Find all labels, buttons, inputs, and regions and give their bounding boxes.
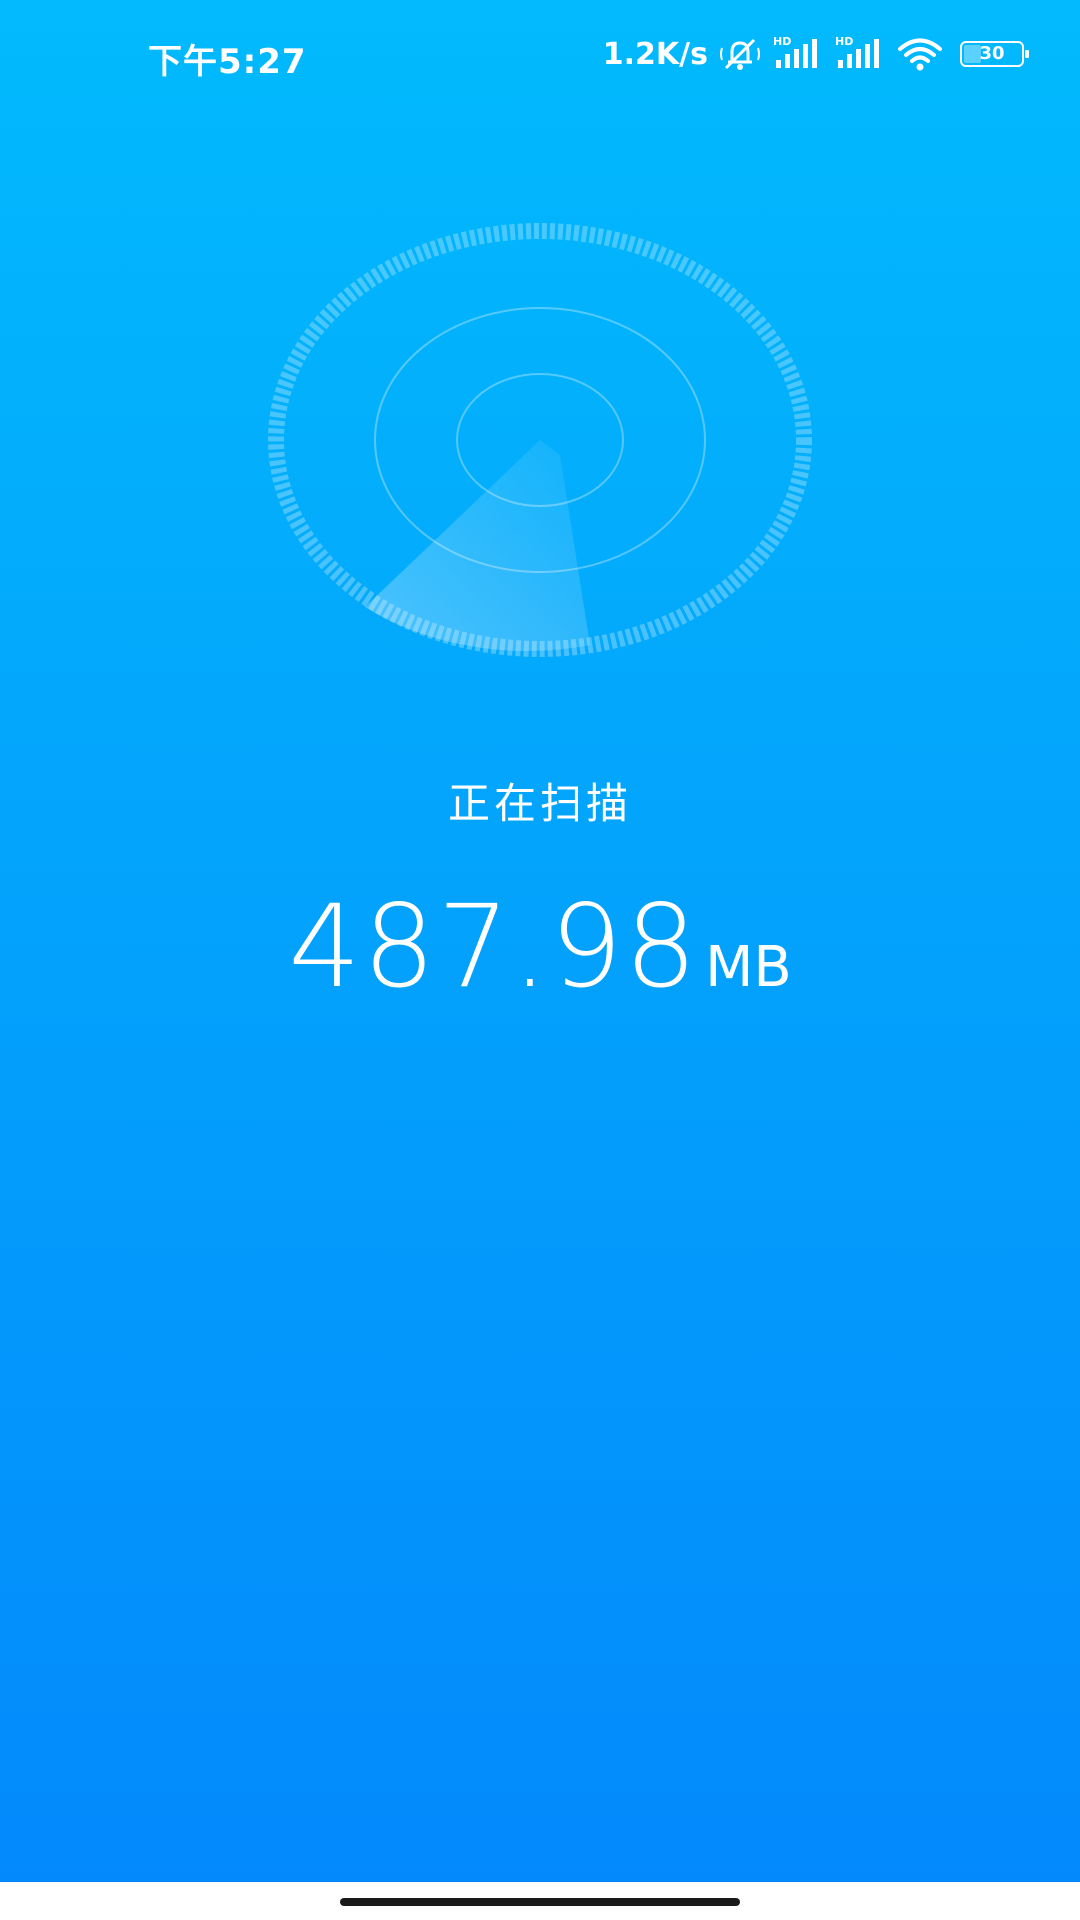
- scan-screen: 下午5:27 1.2K/s HD HD 30 正在扫描 487.98 MB: [0, 0, 1080, 1882]
- scanned-size-unit: MB: [705, 935, 792, 1000]
- scanned-size-value: 487.98: [288, 880, 700, 1013]
- home-indicator[interactable]: [340, 1898, 740, 1906]
- mute-bell-icon: [720, 38, 760, 70]
- radar-scan-graphic: [268, 223, 812, 657]
- status-time: 下午5:27: [148, 42, 307, 82]
- svg-text:HD: HD: [835, 35, 853, 48]
- scan-status-label: 正在扫描: [447, 779, 632, 828]
- hd-signal-icon: HD: [835, 35, 879, 68]
- battery-level: 30: [979, 43, 1005, 64]
- wifi-icon: [898, 38, 942, 71]
- status-icons: 1.2K/s HD HD 30: [602, 34, 1029, 74]
- network-speed: 1.2K/s: [602, 36, 708, 72]
- hd-signal-icon: HD: [773, 35, 817, 68]
- svg-text:HD: HD: [773, 35, 791, 48]
- scanned-size: 487.98 MB: [0, 880, 1080, 1013]
- status-bar: 下午5:27 1.2K/s HD HD 30: [0, 0, 1080, 110]
- battery-tip: [1025, 50, 1029, 58]
- radar-sweep: [365, 440, 590, 652]
- battery-icon: 30: [960, 41, 1029, 67]
